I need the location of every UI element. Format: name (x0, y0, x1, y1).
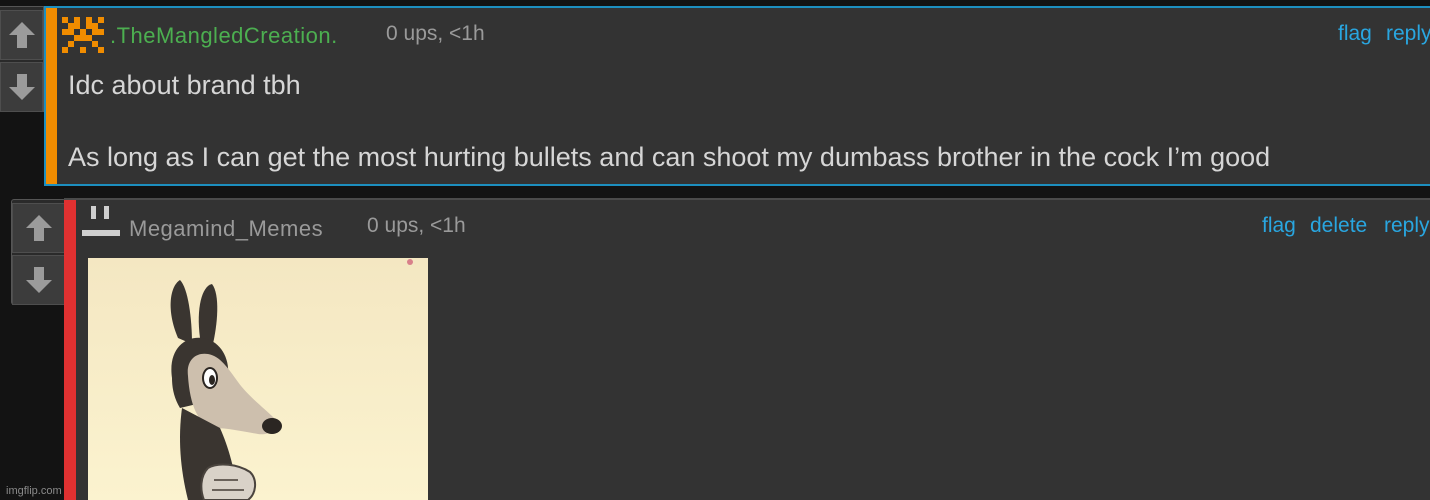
comment-1: .TheMangledCreation. 0 ups, <1h flag rep… (44, 6, 1430, 186)
comment-accent-bar (64, 200, 76, 500)
downvote-button[interactable] (0, 62, 43, 112)
vote-column-2 (11, 199, 66, 305)
flag-button[interactable]: flag (1338, 22, 1372, 46)
downvote-button[interactable] (12, 255, 65, 305)
default-avatar-icon (82, 206, 120, 236)
comment-meta: 0 ups, <1h (386, 22, 485, 45)
flag-button[interactable]: flag (1262, 214, 1296, 238)
comment-meta: 0 ups, <1h (367, 214, 466, 237)
upvote-button[interactable] (12, 203, 65, 253)
arrow-down-icon (25, 267, 52, 293)
reply-button[interactable]: reply (1384, 214, 1430, 238)
upvote-button[interactable] (0, 10, 43, 60)
arrow-down-icon (8, 74, 35, 100)
comment-text-line: Idc about brand tbh (68, 70, 301, 100)
comment-accent-bar (46, 8, 57, 184)
pixel-avatar-icon (62, 17, 104, 53)
delete-button[interactable]: delete (1310, 214, 1367, 238)
reply-button[interactable]: reply (1386, 22, 1430, 46)
comment-text-line: As long as I can get the most hurting bu… (68, 142, 1271, 172)
arrow-up-icon (8, 22, 35, 48)
watermark-text: imgflip.com (6, 485, 62, 497)
comment-username[interactable]: Megamind_Memes (129, 216, 323, 242)
arrow-up-icon (25, 215, 52, 241)
vote-column-1 (0, 6, 44, 112)
cartoon-dog-image[interactable] (88, 258, 428, 500)
comment-username[interactable]: .TheMangledCreation. (110, 23, 338, 49)
